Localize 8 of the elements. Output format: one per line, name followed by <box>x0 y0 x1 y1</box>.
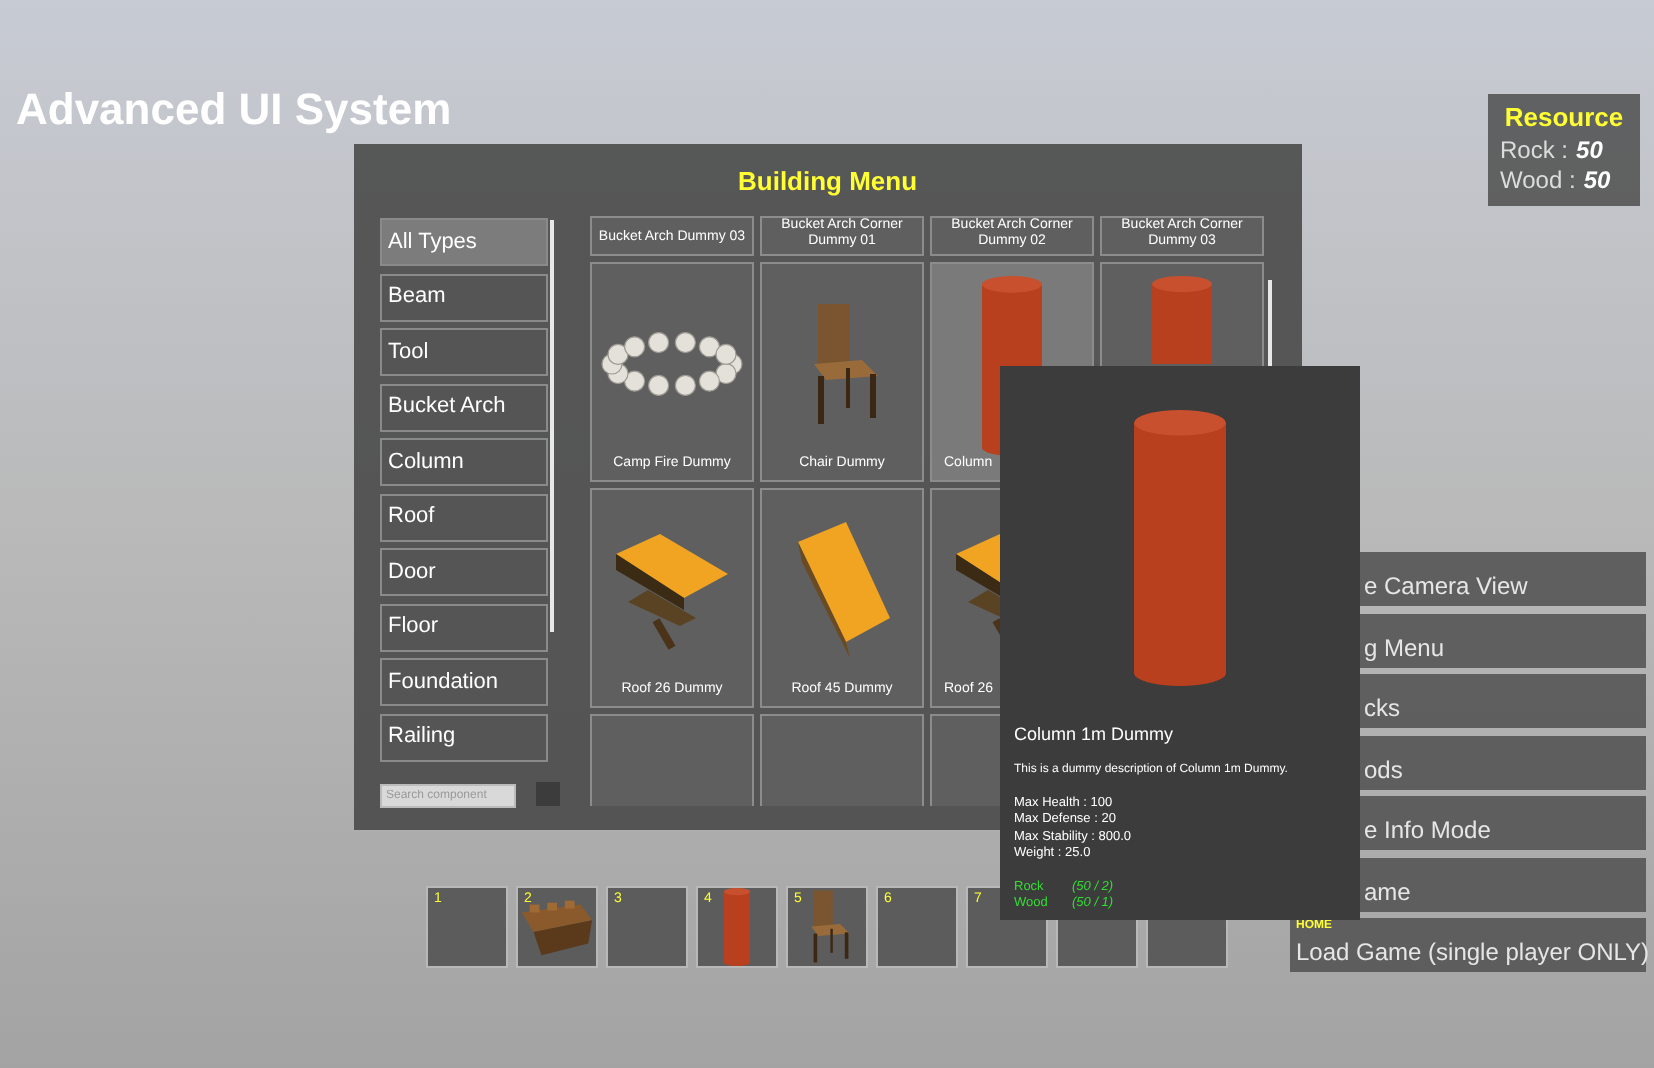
resource-title: Resource <box>1502 100 1626 136</box>
panel-title: Building Menu <box>738 164 918 200</box>
resource-value: 50 <box>1576 136 1603 166</box>
resource-value: 50 <box>1583 166 1611 196</box>
tooltip-title: Column 1m Dummy <box>1014 722 1176 748</box>
resource-label: Rock : <box>1500 136 1569 166</box>
resource-label: Wood : <box>1500 166 1576 196</box>
app-title: Advanced UI System <box>16 82 452 138</box>
